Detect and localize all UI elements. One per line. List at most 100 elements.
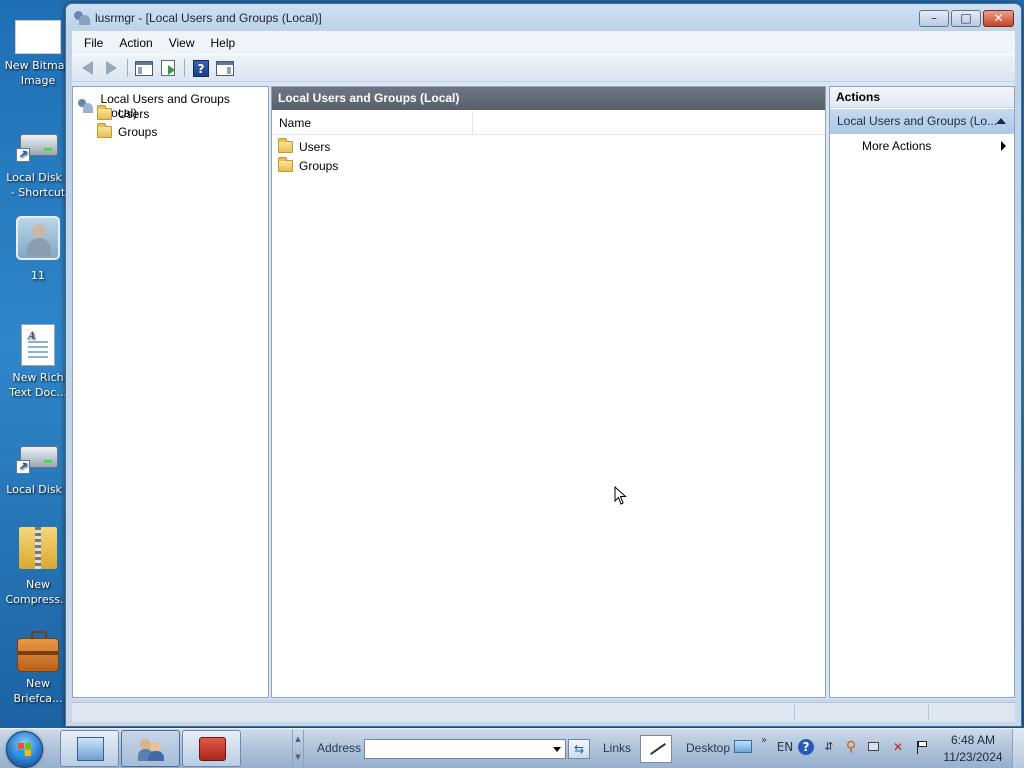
tree-node-label: Users bbox=[118, 107, 150, 121]
close-button[interactable]: ✕ bbox=[983, 10, 1014, 27]
menu-action[interactable]: Action bbox=[111, 36, 160, 50]
lusrmgr-window: lusrmgr - [Local Users and Groups (Local… bbox=[65, 3, 1022, 727]
folder-icon bbox=[97, 105, 112, 120]
compressed-folder-icon bbox=[19, 527, 57, 569]
list-item-groups[interactable]: Groups bbox=[278, 157, 338, 175]
scroll-up-icon[interactable]: ▲ bbox=[293, 730, 303, 748]
menu-help[interactable]: Help bbox=[203, 36, 244, 50]
network-icon[interactable] bbox=[866, 739, 882, 755]
column-header-row: Name bbox=[272, 111, 825, 135]
go-button[interactable]: ⇆ bbox=[568, 739, 590, 759]
scroll-down-icon[interactable]: ▼ bbox=[293, 748, 303, 766]
tree-node-groups[interactable]: Groups bbox=[97, 123, 158, 139]
user-account-icon bbox=[16, 216, 60, 260]
toolbar-separator bbox=[127, 59, 128, 77]
language-indicator[interactable]: EN bbox=[775, 739, 795, 755]
users-app-icon[interactable] bbox=[74, 11, 90, 25]
desktop-icon-label: 11 bbox=[31, 269, 45, 282]
list-item-label: Groups bbox=[299, 159, 339, 173]
tree-node-users[interactable]: Users bbox=[97, 105, 150, 121]
users-app-icon bbox=[138, 737, 165, 761]
computer-management-icon bbox=[77, 737, 104, 761]
collapse-icon[interactable] bbox=[996, 118, 1006, 124]
address-input[interactable] bbox=[364, 739, 566, 759]
console-client-area: Local Users and Groups (Local) Users Gro… bbox=[72, 82, 1015, 699]
minimize-icon: – bbox=[931, 11, 937, 25]
toolbar: ? bbox=[72, 54, 1015, 81]
actions-pane: Actions Local Users and Groups (Lo... Mo… bbox=[829, 86, 1015, 698]
maximize-button[interactable]: □ bbox=[951, 10, 981, 27]
links-label[interactable]: Links bbox=[603, 741, 631, 755]
toolbox-icon bbox=[199, 737, 226, 761]
minimize-button[interactable]: – bbox=[919, 10, 949, 27]
taskbar-scroll[interactable]: ▲ ▼ bbox=[292, 730, 304, 767]
mouse-cursor-icon bbox=[614, 486, 627, 505]
export-list-button[interactable] bbox=[157, 57, 179, 79]
rich-text-document-icon: A bbox=[21, 324, 55, 366]
help-button[interactable]: ? bbox=[190, 57, 212, 79]
forward-button[interactable] bbox=[100, 57, 122, 79]
status-bar bbox=[72, 702, 1015, 722]
help-icon[interactable]: ? bbox=[798, 739, 814, 755]
folder-icon bbox=[97, 123, 112, 138]
windows-logo-icon bbox=[18, 743, 33, 757]
system-clock[interactable]: 6:48 AM 11/23/2024 bbox=[938, 732, 1008, 766]
show-hide-action-pane-button[interactable] bbox=[214, 57, 236, 79]
submenu-arrow-icon bbox=[1001, 141, 1006, 151]
desktop-icon-label: New Compress... bbox=[5, 578, 71, 606]
title-bar[interactable]: lusrmgr - [Local Users and Groups (Local… bbox=[66, 4, 1021, 31]
more-actions-item[interactable]: More Actions bbox=[830, 136, 1014, 156]
expand-chevron-icon[interactable]: » bbox=[756, 733, 772, 749]
briefcase-icon bbox=[17, 631, 59, 672]
list-item-label: Users bbox=[299, 140, 331, 154]
status-bar-segment bbox=[794, 705, 795, 720]
desktop-icon-label: Local Disk ( - Shortcut bbox=[6, 171, 69, 199]
start-button[interactable] bbox=[6, 731, 43, 768]
tree-node-label: Groups bbox=[118, 125, 158, 139]
clock-time: 6:48 AM bbox=[950, 733, 996, 747]
folder-icon bbox=[278, 157, 293, 172]
column-header-name[interactable]: Name bbox=[272, 111, 473, 135]
back-button[interactable] bbox=[76, 57, 98, 79]
actions-section-label: Local Users and Groups (Lo... bbox=[837, 114, 998, 128]
local-users-groups-icon bbox=[78, 99, 93, 113]
forward-icon bbox=[105, 61, 117, 75]
back-icon bbox=[81, 61, 93, 75]
taskbar-button-toolbox[interactable] bbox=[182, 730, 241, 767]
address-label: Address bbox=[317, 741, 362, 755]
actions-section-header[interactable]: Local Users and Groups (Lo... bbox=[830, 109, 1014, 134]
export-list-icon bbox=[161, 60, 175, 76]
show-hide-action-pane-icon bbox=[216, 60, 234, 76]
folder-icon bbox=[278, 138, 293, 153]
results-pane[interactable]: Local Users and Groups (Local) Name User… bbox=[271, 86, 826, 698]
menu-bar: File Action View Help bbox=[72, 31, 1015, 54]
action-center-flag-icon[interactable] bbox=[914, 739, 930, 755]
show-hide-console-tree-icon bbox=[135, 60, 153, 76]
list-item-users[interactable]: Users bbox=[278, 138, 330, 156]
chevron-down-icon[interactable] bbox=[553, 747, 561, 752]
toolbar-separator bbox=[184, 59, 185, 77]
show-desktop-button[interactable] bbox=[1012, 729, 1024, 768]
console-tree-pane[interactable]: Local Users and Groups (Local) Users Gro… bbox=[72, 86, 269, 698]
actions-pane-title: Actions bbox=[830, 87, 1014, 108]
menu-view[interactable]: View bbox=[161, 36, 203, 50]
bitmap-image-icon bbox=[15, 20, 61, 54]
desktop-icon-label: Local Disk ( bbox=[6, 483, 70, 496]
window-title: lusrmgr - [Local Users and Groups (Local… bbox=[95, 11, 322, 25]
desktop-label[interactable]: Desktop bbox=[686, 741, 730, 755]
links-toolbar-icon[interactable] bbox=[640, 735, 672, 763]
taskbar: ▲ ▼ Address ⇆ Links Desktop » EN ⇵ ? ⚲ ✕… bbox=[0, 728, 1024, 768]
menu-file[interactable]: File bbox=[76, 36, 111, 50]
maximize-icon: □ bbox=[960, 11, 972, 25]
desktop-toolbar-icon[interactable] bbox=[734, 740, 752, 753]
search-icon[interactable]: ⚲ bbox=[843, 739, 859, 755]
volume-muted-icon[interactable]: ✕ bbox=[890, 739, 906, 755]
taskbar-button-computer-management[interactable] bbox=[60, 730, 119, 767]
local-disk-shortcut-icon: ↗ bbox=[16, 122, 60, 166]
help-icon: ? bbox=[193, 59, 209, 77]
taskbar-button-lusrmgr[interactable] bbox=[121, 730, 180, 767]
keyboard-options-icon[interactable]: ⇵ bbox=[821, 739, 837, 755]
show-hide-console-tree-button[interactable] bbox=[133, 57, 155, 79]
close-icon: ✕ bbox=[993, 11, 1004, 25]
desktop-icon-label: New Bitmap Image bbox=[4, 59, 72, 87]
